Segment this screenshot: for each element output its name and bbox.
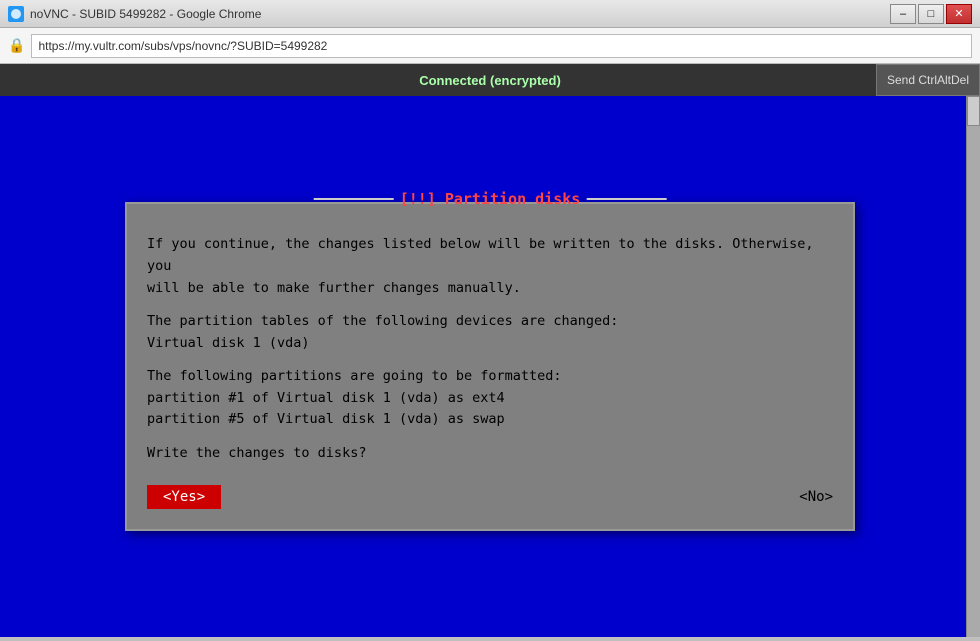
browser-icon <box>8 6 24 22</box>
close-button[interactable]: ✕ <box>946 4 972 24</box>
window-controls: – □ ✕ <box>890 4 972 24</box>
dialog-buttons: <Yes> <No> <box>147 485 833 509</box>
connection-status: Connected (encrypted) <box>419 73 561 88</box>
dialog-partition-tables: The partition tables of the following de… <box>147 311 833 354</box>
address-bar: 🔒 <box>0 28 980 64</box>
dialog-title: [!!] Partition disks <box>400 190 581 208</box>
lock-icon: 🔒 <box>8 37 25 54</box>
no-button[interactable]: <No> <box>799 489 833 505</box>
dialog-title-bar: [!!] Partition disks <box>314 190 667 208</box>
dialog-body: If you continue, the changes listed belo… <box>147 224 833 464</box>
url-input[interactable] <box>31 34 972 58</box>
scrollbar-thumb[interactable] <box>967 96 980 126</box>
maximize-button[interactable]: □ <box>918 4 944 24</box>
browser-title-bar: noVNC - SUBID 5499282 - Google Chrome – … <box>0 0 980 28</box>
partition-dialog: [!!] Partition disks If you continue, th… <box>125 202 855 530</box>
dialog-confirm-text: Write the changes to disks? <box>147 443 833 465</box>
yes-button[interactable]: <Yes> <box>147 485 221 509</box>
dialog-line1: If you continue, the changes listed belo… <box>147 234 833 299</box>
browser-title: noVNC - SUBID 5499282 - Google Chrome <box>30 7 890 21</box>
vnc-screen: [!!] Partition disks If you continue, th… <box>0 96 980 637</box>
novnc-toolbar: Connected (encrypted) Send CtrlAltDel <box>0 64 980 96</box>
title-line-right <box>586 198 666 200</box>
ctrl-alt-del-button[interactable]: Send CtrlAltDel <box>876 64 980 96</box>
minimize-button[interactable]: – <box>890 4 916 24</box>
title-line-left <box>314 198 394 200</box>
dialog-partitions: The following partitions are going to be… <box>147 366 833 431</box>
vnc-scrollbar[interactable] <box>966 96 980 637</box>
